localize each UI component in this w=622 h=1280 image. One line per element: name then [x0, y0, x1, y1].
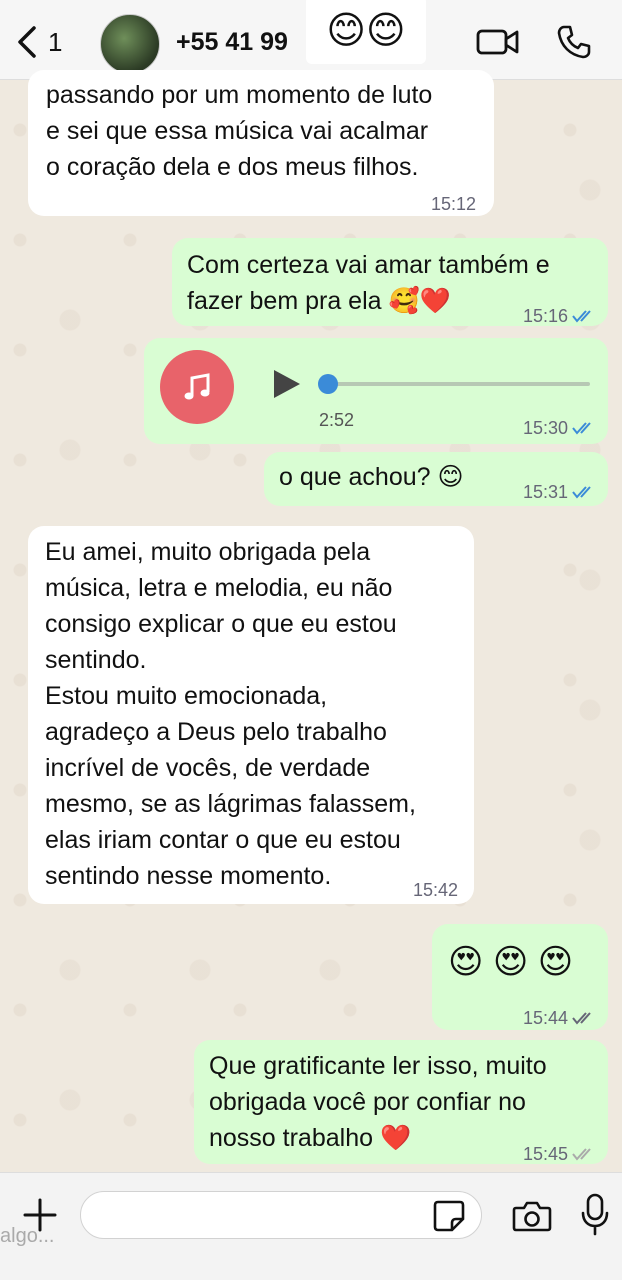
message-outgoing[interactable]: Que gratificante ler isso, muito obrigad… — [194, 1040, 608, 1164]
message-text: passando por um momento de luto e sei qu… — [46, 81, 433, 181]
audio-progress-track[interactable] — [328, 382, 590, 386]
message-text: 😍 😍 😍 — [448, 943, 574, 981]
message-time: 15:42 — [412, 880, 458, 900]
play-icon[interactable] — [274, 370, 300, 398]
avatar[interactable] — [100, 14, 160, 74]
message-time: 15:12 — [430, 194, 476, 214]
back-button[interactable]: 1 — [14, 22, 74, 62]
audio-progress-knob[interactable] — [318, 374, 338, 394]
sent-ticks-icon — [572, 1148, 591, 1161]
phone-call-icon[interactable] — [556, 24, 592, 60]
message-meta: 15:44 — [523, 1000, 596, 1036]
audio-duration: 2:52 — [319, 410, 355, 430]
message-meta: 15:16 — [523, 298, 596, 334]
message-text: Com certeza vai amar também e fazer bem … — [187, 251, 550, 315]
message-input[interactable] — [80, 1191, 482, 1239]
read-ticks-icon — [572, 486, 591, 499]
message-time: 15:16 — [522, 306, 568, 326]
message-meta: 15:30 — [523, 410, 596, 446]
audio-cover — [160, 350, 234, 424]
composer-bar: algo... — [0, 1172, 622, 1280]
read-ticks-icon — [572, 422, 591, 435]
sticker-icon[interactable] — [432, 1199, 466, 1233]
delivered-ticks-icon — [572, 1012, 591, 1025]
message-incoming[interactable]: passando por um momento de luto e sei qu… — [28, 70, 494, 216]
message-text: Eu amei, muito obrigada pela música, let… — [45, 538, 416, 890]
sticker-emoji: 😊😊 — [306, 0, 426, 64]
message-meta: 15:45 — [523, 1136, 596, 1172]
music-note-icon — [184, 373, 210, 400]
chevron-left-icon — [18, 26, 36, 58]
message-meta: 15:31 — [523, 474, 596, 510]
video-call-icon[interactable] — [476, 26, 520, 58]
message-time: 15:30 — [522, 418, 568, 438]
input-placeholder-fragment: algo... — [0, 1225, 55, 1247]
message-outgoing[interactable]: Com certeza vai amar também e fazer bem … — [172, 238, 608, 326]
message-time: 15:45 — [522, 1144, 568, 1164]
message-outgoing[interactable]: o que achou? 😊 15:31 — [264, 452, 608, 506]
unread-count: 1 — [48, 26, 63, 57]
message-text: o que achou? 😊 — [279, 463, 464, 491]
read-ticks-icon — [572, 310, 591, 323]
contact-name[interactable]: +55 41 99 — [176, 28, 288, 57]
message-time: 15:31 — [522, 482, 568, 502]
microphone-icon[interactable] — [580, 1193, 610, 1237]
message-time: 15:44 — [522, 1008, 568, 1028]
message-incoming[interactable]: Eu amei, muito obrigada pela música, let… — [28, 526, 474, 904]
camera-icon[interactable] — [512, 1199, 552, 1233]
message-outgoing[interactable]: 😍 😍 😍 15:44 — [432, 924, 608, 1030]
audio-message[interactable]: 2:52 15:30 — [144, 338, 608, 444]
message-text: Que gratificante ler isso, muito obrigad… — [209, 1052, 547, 1152]
